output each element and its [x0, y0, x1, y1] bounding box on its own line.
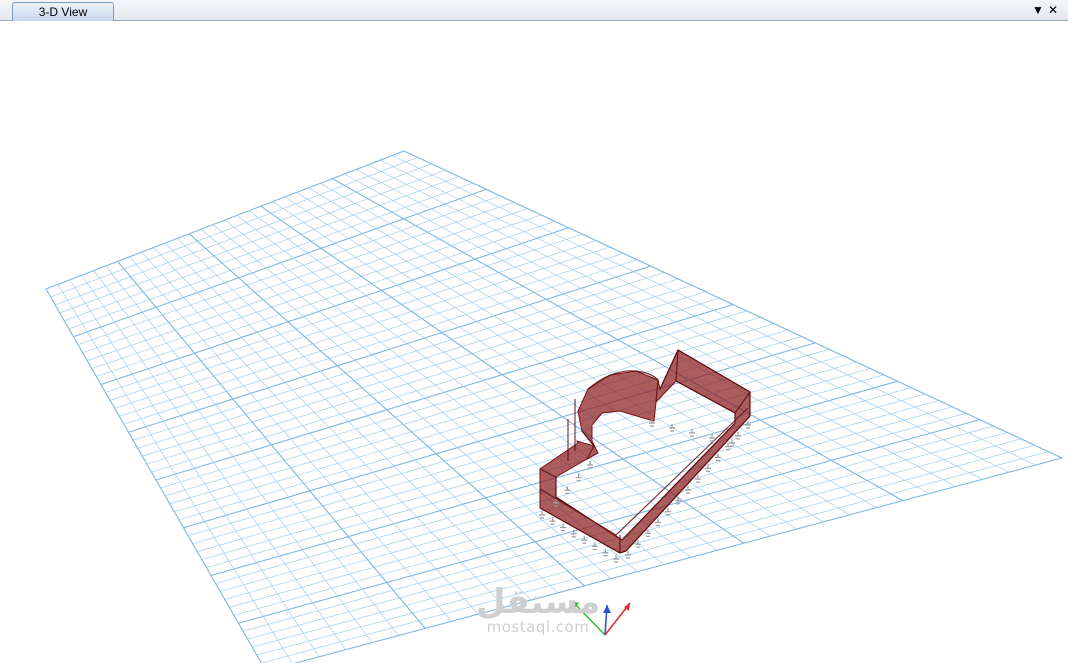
support-marker — [685, 486, 691, 494]
support-marker — [655, 518, 661, 527]
grid-line — [81, 274, 346, 650]
support-marker — [745, 421, 751, 429]
grid-line — [177, 238, 559, 594]
grid-line — [368, 164, 983, 480]
grid-line — [45, 288, 263, 663]
view-tab-bar: 3-D View ▼ ✕ — [0, 0, 1068, 21]
support-marker — [587, 461, 593, 469]
grid-line — [308, 187, 850, 516]
grid-line — [129, 256, 452, 622]
grid-line — [69, 279, 320, 657]
support-marker — [591, 542, 598, 551]
axis-triad — [571, 600, 631, 636]
support-marker — [560, 523, 567, 532]
tab-3d-view[interactable]: 3-D View — [12, 2, 114, 21]
grid-line — [117, 261, 426, 629]
grid-line — [57, 284, 293, 663]
support-marker — [735, 431, 741, 440]
3d-scene[interactable] — [0, 21, 1068, 663]
grid-line — [379, 159, 1010, 473]
y-axis — [571, 600, 606, 636]
support-marker — [645, 529, 651, 537]
support-marker — [669, 424, 675, 432]
support-marker — [602, 548, 609, 557]
grid-line — [188, 233, 585, 587]
grid-line — [200, 228, 612, 579]
support-marker — [539, 511, 545, 519]
chevron-down-icon[interactable]: ▼ — [1030, 1, 1046, 19]
close-icon[interactable]: ✕ — [1045, 1, 1061, 19]
support-marker — [625, 551, 631, 559]
z-axis-arrow — [603, 605, 611, 613]
grid-line — [93, 270, 373, 643]
support-marker — [695, 475, 701, 483]
grid-line — [320, 182, 877, 509]
3d-viewport[interactable] — [0, 21, 1068, 663]
grid-line — [356, 169, 957, 487]
ground-grid — [45, 150, 1063, 663]
